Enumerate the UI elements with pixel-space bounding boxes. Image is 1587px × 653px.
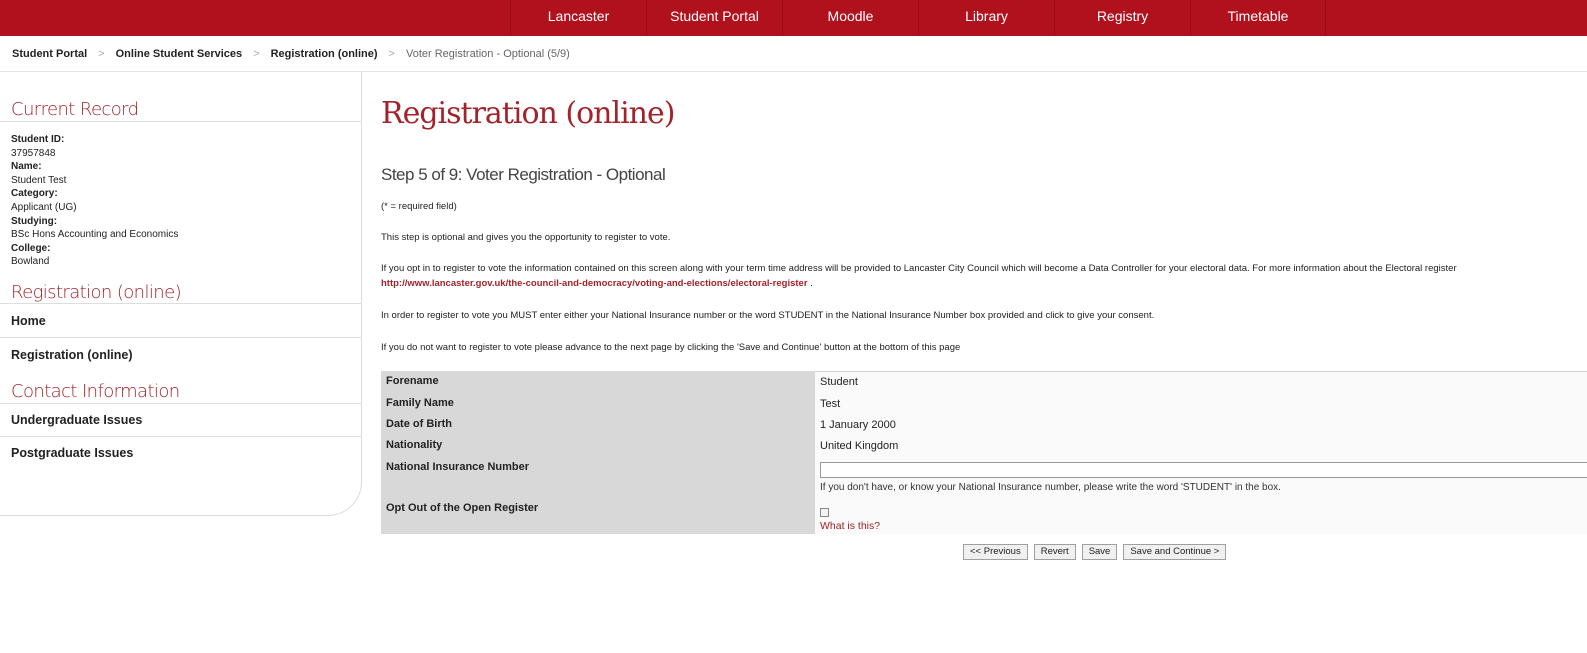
previous-button[interactable]: << Previous <box>963 544 1028 560</box>
step-title: Step 5 of 9: Voter Registration - Option… <box>381 165 666 184</box>
sidebar-item-registration-online[interactable]: Registration (online) <box>11 348 133 362</box>
electoral-register-link-line: http://www.lancaster.gov.uk/the-council-… <box>381 278 813 289</box>
nationality-label: Nationality <box>386 439 443 451</box>
what-is-this-link[interactable]: What is this? <box>820 520 880 532</box>
current-record-details: Student ID: 37957848 Name: Student Test … <box>11 133 178 269</box>
divider <box>0 121 362 122</box>
student-id-value: 37957848 <box>11 147 56 159</box>
nav-registry[interactable]: Registry <box>1054 0 1190 36</box>
top-navigation-bar: Lancaster Student Portal Moodle Library … <box>0 0 1587 36</box>
college-value: Bowland <box>11 256 50 268</box>
revert-button[interactable]: Revert <box>1033 544 1076 560</box>
nationality-value: United Kingdom <box>820 440 899 452</box>
category-value: Applicant (UG) <box>11 201 77 213</box>
sidebar-item-home[interactable]: Home <box>11 314 46 328</box>
data-controller-paragraph: If you opt in to register to vote the in… <box>381 263 1457 274</box>
forename-label: Forename <box>386 375 439 387</box>
intro-paragraph: This step is optional and gives you the … <box>381 232 671 243</box>
nav-moodle[interactable]: Moodle <box>782 0 918 36</box>
nav-timetable[interactable]: Timetable <box>1190 0 1326 36</box>
breadcrumb-separator-icon: > <box>98 47 105 60</box>
divider <box>0 337 362 338</box>
breadcrumb-current-page: Voter Registration - Optional (5/9) <box>405 47 570 60</box>
required-field-note: (* = required field) <box>381 201 457 212</box>
studying-value: BSc Hons Accounting and Economics <box>11 229 179 241</box>
family-name-label: Family Name <box>386 397 454 409</box>
sidebar-item-undergraduate-issues[interactable]: Undergraduate Issues <box>11 413 142 427</box>
nav-lancaster[interactable]: Lancaster <box>510 0 646 36</box>
breadcrumb-registration-online[interactable]: Registration (online) <box>271 48 378 60</box>
forename-value: Student <box>820 376 858 388</box>
electoral-register-link[interactable]: http://www.lancaster.gov.uk/the-council-… <box>381 278 808 289</box>
breadcrumb-separator-icon: > <box>388 47 395 60</box>
save-and-continue-button[interactable]: Save and Continue > <box>1123 544 1227 560</box>
registration-heading: Registration (online) <box>11 282 182 303</box>
name-label: Name: <box>11 161 42 173</box>
sidebar: Current Record Student ID: 37957848 Name… <box>0 72 362 516</box>
category-label: Category: <box>11 188 58 200</box>
ni-hint-text: If you don't have, or know your National… <box>820 482 1281 493</box>
sidebar-item-postgraduate-issues[interactable]: Postgraduate Issues <box>11 446 133 460</box>
form-label-column: Forename Family Name Date of Birth Natio… <box>381 371 815 534</box>
family-name-value: Test <box>820 398 841 410</box>
studying-label: Studying: <box>11 215 58 227</box>
divider <box>0 436 362 437</box>
form-buttons: << Previous Revert Save Save and Continu… <box>963 544 1227 560</box>
contact-information-heading: Contact Information <box>11 381 180 402</box>
national-insurance-number-input[interactable] <box>820 462 1587 478</box>
ni-instructions-paragraph: In order to register to vote you MUST en… <box>381 310 1155 321</box>
opt-out-instructions-paragraph: If you do not want to register to vote p… <box>381 342 961 353</box>
college-label: College: <box>11 242 51 254</box>
date-of-birth-label: Date of Birth <box>386 418 452 430</box>
breadcrumb-separator-icon: > <box>253 47 260 60</box>
current-record-heading: Current Record <box>11 99 139 120</box>
page-title: Registration (online) <box>381 96 675 131</box>
opt-out-open-register-label: Opt Out of the Open Register <box>386 502 539 514</box>
save-button[interactable]: Save <box>1081 544 1118 560</box>
divider <box>0 303 362 304</box>
breadcrumb-online-student-services[interactable]: Online Student Services <box>116 48 243 60</box>
date-of-birth-value: 1 January 2000 <box>820 419 896 431</box>
form-value-column: Student Test 1 January 2000 United Kingd… <box>815 371 1587 534</box>
breadcrumb-student-portal[interactable]: Student Portal <box>12 48 87 60</box>
national-insurance-number-label: National Insurance Number <box>386 461 530 473</box>
nav-student-portal[interactable]: Student Portal <box>646 0 782 36</box>
opt-out-checkbox[interactable] <box>820 508 829 517</box>
student-id-label: Student ID: <box>11 134 65 145</box>
link-trailing-text: . <box>807 278 813 289</box>
top-nav: Lancaster Student Portal Moodle Library … <box>510 0 1326 36</box>
divider <box>0 403 362 404</box>
breadcrumb: Student Portal > Online Student Services… <box>0 36 1587 72</box>
nav-library[interactable]: Library <box>918 0 1054 36</box>
voter-registration-form: Forename Family Name Date of Birth Natio… <box>381 371 1587 534</box>
name-value: Student Test <box>11 174 67 186</box>
